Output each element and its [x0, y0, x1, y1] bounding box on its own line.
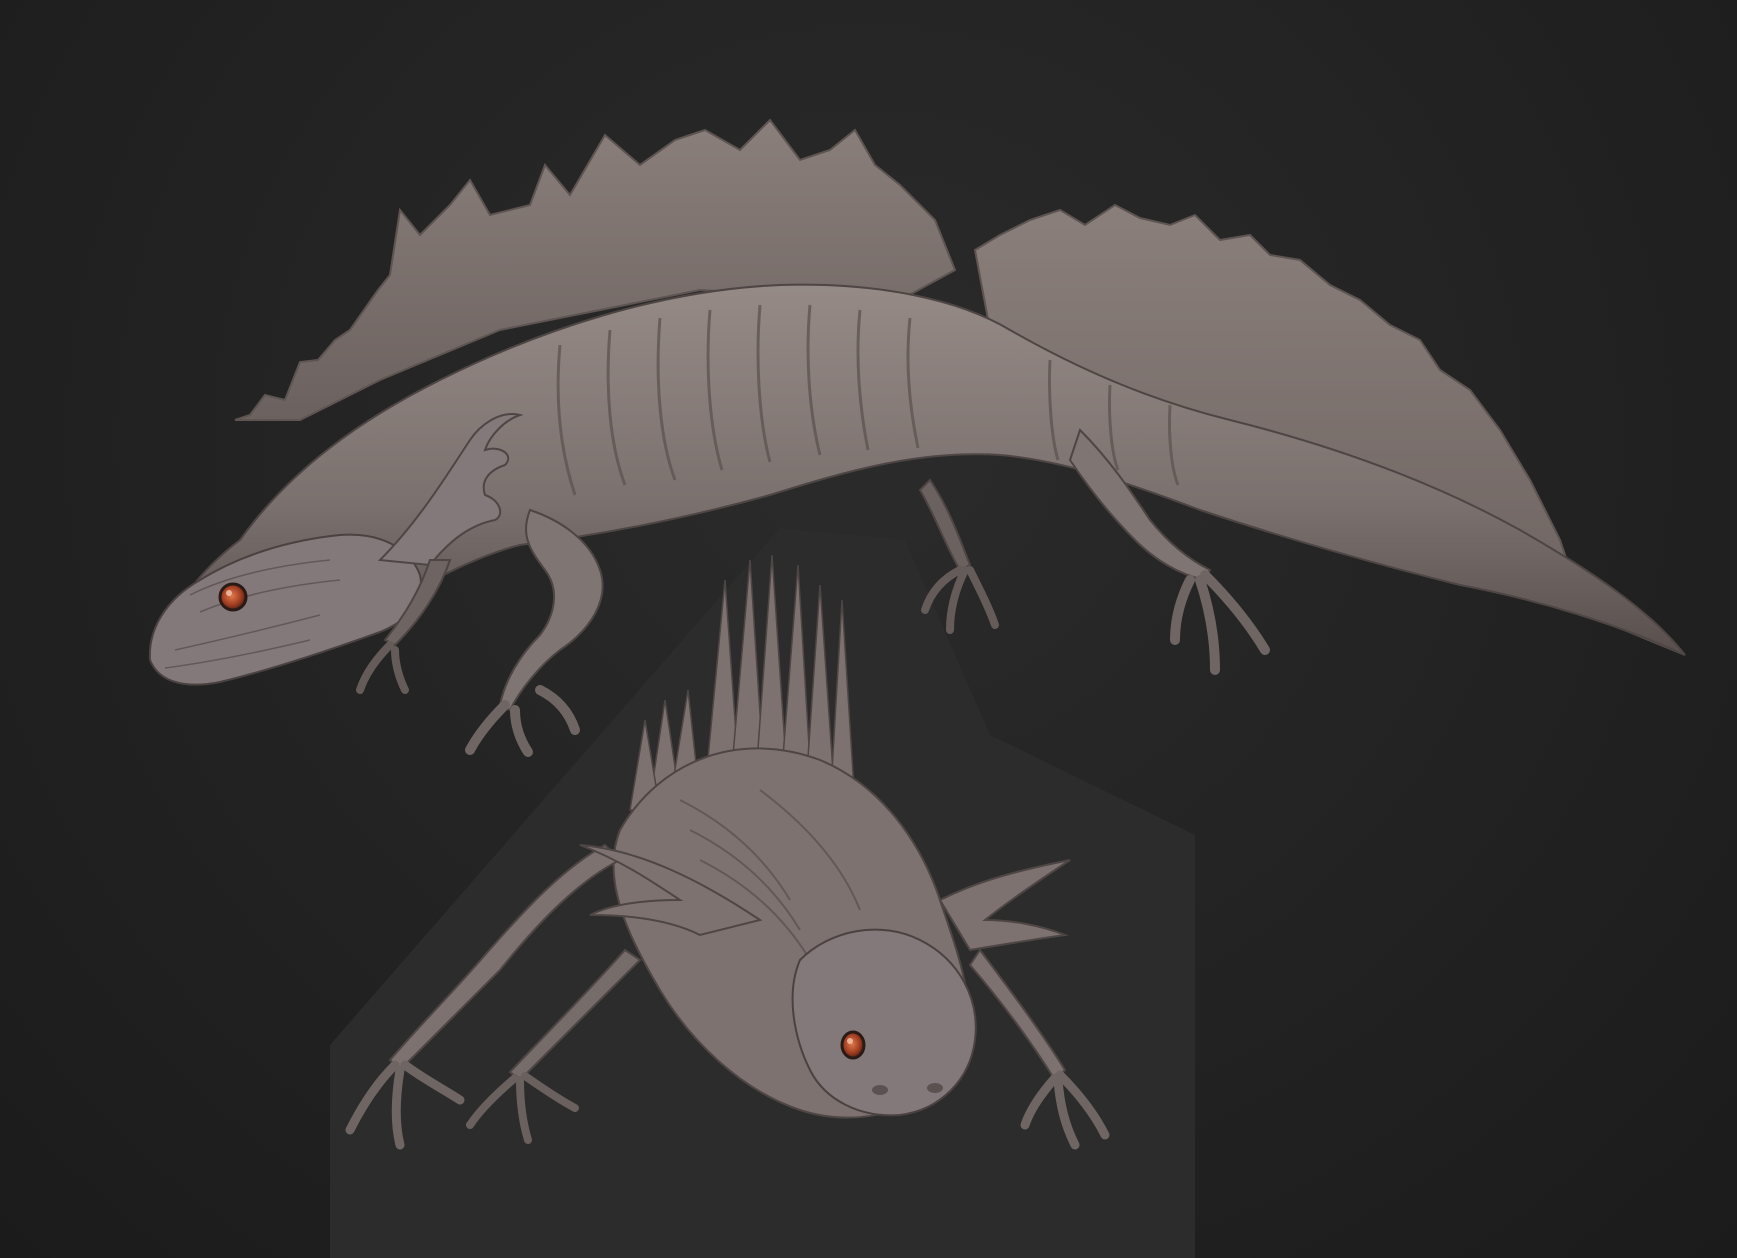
nostril-left — [872, 1085, 888, 1095]
front-left-leg — [388, 843, 622, 1072]
front-eye — [840, 1030, 866, 1060]
front-left-toes — [345, 1060, 465, 1150]
front-left-leg-lower — [508, 948, 642, 1082]
viewport — [0, 0, 1737, 1258]
front-eye-highlight — [847, 1038, 853, 1044]
nostril-right — [927, 1083, 943, 1093]
front-right-leg — [968, 948, 1067, 1082]
front-gill-right — [938, 859, 1071, 952]
front-left-toes-lower — [466, 1072, 579, 1144]
creature-front-view — [345, 554, 1110, 1150]
front-right-toes — [1020, 1070, 1110, 1150]
